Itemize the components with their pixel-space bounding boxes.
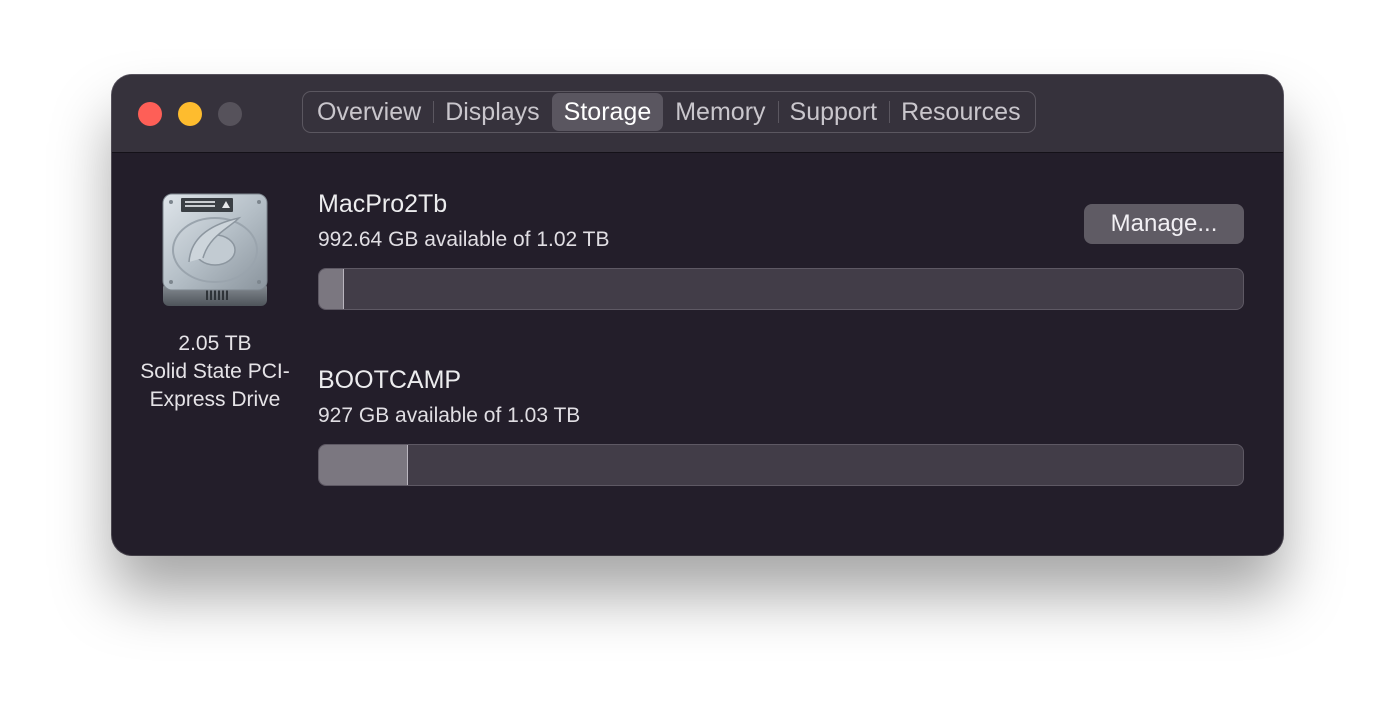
- title-bar: Overview Displays Storage Memory Support…: [112, 75, 1283, 153]
- volume-name: BOOTCAMP: [318, 366, 462, 394]
- tab-displays[interactable]: Displays: [433, 92, 551, 132]
- tab-resources[interactable]: Resources: [889, 92, 1033, 132]
- storage-bar: [318, 444, 1244, 486]
- drive-type-line1: Solid State PCI-: [140, 360, 290, 383]
- tab-memory[interactable]: Memory: [663, 92, 777, 132]
- tab-storage[interactable]: Storage: [551, 93, 664, 131]
- tab-support[interactable]: Support: [777, 92, 890, 132]
- storage-bar: [318, 268, 1244, 310]
- storage-bar-used: [319, 269, 344, 309]
- close-button[interactable]: [138, 102, 162, 126]
- storage-bar-used: [319, 445, 408, 485]
- volume-name: MacPro2Tb: [318, 190, 448, 218]
- storage-window: Overview Displays Storage Memory Support…: [112, 75, 1283, 555]
- drive-type-line2: Express Drive: [149, 388, 281, 411]
- volume-available: 927 GB available of 1.03 TB: [318, 404, 581, 427]
- drive-capacity: 2.05 TB: [178, 332, 252, 355]
- minimize-button[interactable]: [178, 102, 202, 126]
- zoom-button[interactable]: [218, 102, 242, 126]
- hard-drive-icon: [159, 192, 271, 310]
- tab-overview[interactable]: Overview: [305, 92, 433, 132]
- drive-info: 2.05 TB Solid State PCI- Express Drive: [124, 330, 306, 414]
- manage-button[interactable]: Manage...: [1084, 204, 1244, 244]
- tab-bar: Overview Displays Storage Memory Support…: [302, 91, 1036, 133]
- volume-available: 992.64 GB available of 1.02 TB: [318, 228, 610, 251]
